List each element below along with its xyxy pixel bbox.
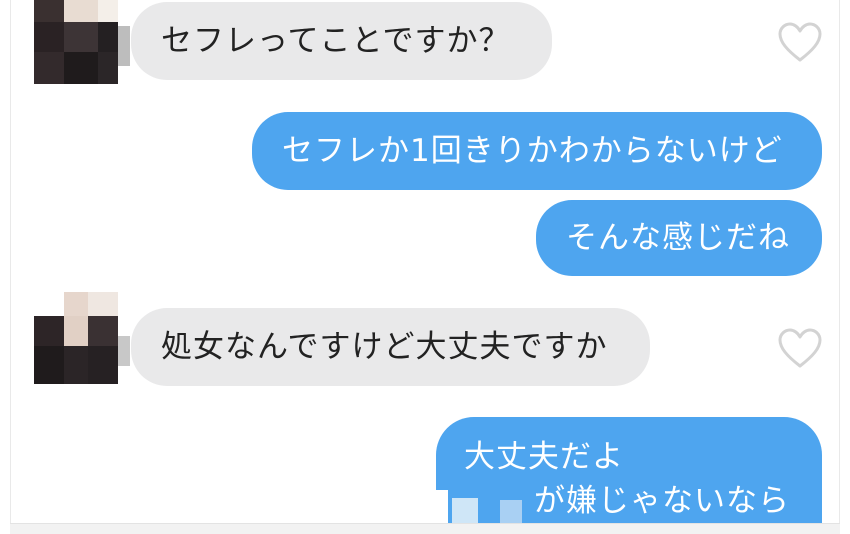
frame-right-edge [839, 0, 840, 534]
avatar[interactable] [34, 292, 130, 384]
avatar[interactable] [34, 0, 130, 84]
redaction-pixel [452, 498, 478, 524]
incoming-message: セフレってことですか？ [131, 2, 552, 80]
message-text: セフレってことですか？ [161, 22, 511, 59]
message-text-line: 大丈夫だよ [464, 439, 624, 475]
frame-left-edge [10, 0, 11, 534]
redaction-pixel [500, 500, 522, 524]
redaction-pixel [488, 494, 500, 524]
heart-outline-icon[interactable] [777, 21, 823, 63]
outgoing-message: セフレか1回きりかわからないけど [252, 112, 822, 190]
incoming-message: 処女なんですけど大丈夫ですか [131, 308, 650, 386]
message-text: そんな感じだね [566, 219, 790, 256]
message-text: セフレか1回きりかわからないけど [282, 132, 783, 169]
chat-thread: セフレってことですか？ セフレか1回きりかわからないけど そんな感じだね 処女な… [0, 0, 850, 534]
bottom-bar [10, 523, 840, 534]
redaction-pixel [426, 490, 448, 524]
outgoing-message: そんな感じだね [536, 200, 822, 276]
heart-outline-icon[interactable] [777, 327, 823, 369]
message-text: 処女なんですけど大丈夫ですか [161, 328, 608, 365]
